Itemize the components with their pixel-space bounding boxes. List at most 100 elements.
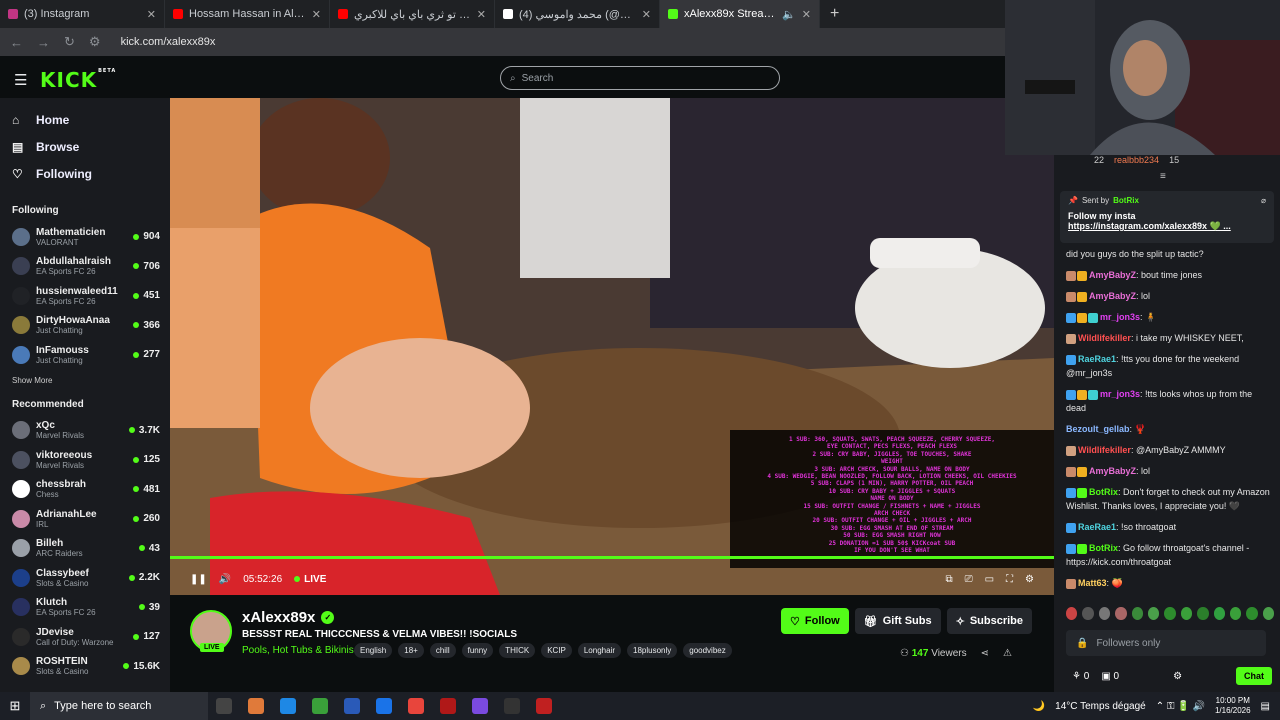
sidebar-channel[interactable]: JDevise Call of Duty: Warzone 127 — [0, 622, 170, 652]
unpin-icon[interactable]: ⌀ — [1261, 196, 1266, 205]
url-field[interactable]: kick.com/xalexx89x — [121, 36, 216, 48]
chat-username[interactable]: Bezoult_gellab — [1066, 424, 1130, 434]
speaker-icon[interactable]: 🔈 — [782, 8, 796, 21]
copilot-icon[interactable] — [248, 698, 264, 714]
sidebar-channel[interactable]: hussienwaleed11 EA Sports FC 26 451 — [0, 281, 170, 311]
sidebar-channel[interactable]: Mathematicien VALORANT 904 — [0, 222, 170, 252]
tag-chip[interactable]: funny — [461, 643, 494, 658]
close-icon[interactable]: ✕ — [477, 8, 486, 21]
close-icon[interactable]: ✕ — [147, 8, 156, 21]
stream-category[interactable]: Pools, Hot Tubs & Bikinis — [242, 645, 354, 656]
app-icon[interactable] — [536, 698, 552, 714]
task-view-icon[interactable] — [216, 698, 232, 714]
forward-icon[interactable]: → — [37, 35, 50, 50]
chat-username[interactable]: AmyBabyZ — [1089, 291, 1136, 301]
tag-chip[interactable]: 18plusonly — [627, 643, 678, 658]
clip-icon[interactable]: ⎚ — [965, 574, 973, 585]
chat-username[interactable]: RaeRae1 — [1078, 354, 1116, 364]
chat-username[interactable]: AmyBabyZ — [1089, 466, 1136, 476]
browser-tab-2[interactable]: Hossam Hassan in Algeria - You ✕ — [165, 0, 330, 28]
video-player[interactable]: 1 SUB: 360, SQUATS, SWATS, PEACH SQUEEZE… — [170, 98, 1054, 595]
close-icon[interactable]: ✕ — [642, 8, 651, 21]
close-icon[interactable]: ✕ — [802, 8, 811, 21]
search-input[interactable]: ⌕ Search — [500, 66, 780, 90]
settings-icon[interactable]: ⚙ — [1173, 671, 1182, 682]
chat-username[interactable]: Wildlifekiller — [1078, 333, 1131, 343]
menu-icon[interactable]: ☰ — [14, 71, 27, 89]
gift-subs-button[interactable]: 🎁︎ Gift Subs — [854, 608, 941, 634]
points-icon[interactable]: ⚘ 0 — [1072, 671, 1089, 682]
clock[interactable]: 10:00 PM 1/16/2026 — [1215, 696, 1251, 716]
chrome-icon[interactable] — [408, 698, 424, 714]
share-icon[interactable]: ⋖ — [981, 648, 989, 659]
4k-app-icon[interactable] — [504, 698, 520, 714]
browser-tab-4[interactable]: (4) محمد واموسي (@amoussi) / X ✕ — [495, 0, 660, 28]
notification-icon[interactable]: ▤ — [1261, 701, 1270, 712]
tag-chip[interactable]: goodvibez — [683, 643, 732, 658]
taskbar-search[interactable]: ⌕ Type here to search — [30, 692, 208, 720]
tag-chip[interactable]: chill — [429, 643, 456, 658]
chat-username[interactable]: BotRix — [1089, 543, 1118, 553]
chat-input[interactable]: 🔒 Followers only — [1066, 630, 1266, 656]
pause-icon[interactable]: ❚❚ — [190, 574, 207, 585]
nav-following[interactable]: ♡ Following — [0, 160, 170, 187]
new-tab-button[interactable]: + — [820, 5, 849, 23]
tag-chip[interactable]: English — [354, 643, 393, 658]
chat-username[interactable]: mr_jon3s — [1100, 312, 1140, 322]
subscribe-button[interactable]: ✧ Subscribe — [946, 608, 1032, 634]
explorer-icon[interactable] — [312, 698, 328, 714]
sidebar-channel[interactable]: Billeh ARC Raiders 43 — [0, 534, 170, 564]
kick-logo[interactable]: KICKBETA — [40, 68, 116, 92]
show-more-link[interactable]: Show More — [0, 376, 170, 385]
sidebar-channel[interactable]: xQc Marvel Rivals 3.7K — [0, 416, 170, 446]
report-icon[interactable]: ⚠ — [1003, 648, 1012, 659]
sidebar-channel[interactable]: Classybeef Slots & Casino 2.2K — [0, 563, 170, 593]
chat-username[interactable]: BotRix — [1089, 487, 1118, 497]
chat-username[interactable]: Matt63 — [1078, 578, 1107, 588]
gift-icon[interactable]: ▣ 0 — [1101, 671, 1119, 682]
close-icon[interactable]: ✕ — [312, 8, 321, 21]
channel-name[interactable]: xAlexx89x ✓ — [242, 609, 335, 626]
volume-icon[interactable]: 🔊 — [219, 574, 231, 585]
settings-icon[interactable]: ⚙ — [1025, 574, 1034, 585]
fullscreen-icon[interactable]: ⛶ — [1006, 574, 1013, 585]
chat-username[interactable]: AmyBabyZ — [1089, 270, 1136, 280]
nav-browse[interactable]: ▤ Browse — [0, 133, 170, 160]
sidebar-channel[interactable]: chessbrah Chess 481 — [0, 475, 170, 505]
browser-tab-3[interactable]: وان تو ثري باي باي للاكبري | YouTube ✕ — [330, 0, 495, 28]
browser-tab-5[interactable]: xAlexx89x Stream - Watch L 🔈 ✕ — [660, 0, 820, 28]
sidebar-channel[interactable]: DirtyHowaAnaa Just Chatting 366 — [0, 311, 170, 341]
sidebar-channel[interactable]: ROSHTEIN Slots & Casino 15.6K — [0, 652, 170, 682]
pip-icon[interactable]: ⧉ — [945, 574, 952, 585]
progress-bar[interactable] — [170, 556, 1054, 559]
tag-chip[interactable]: THICK — [499, 643, 536, 658]
chat-username[interactable]: mr_jon3s — [1100, 389, 1140, 399]
site-info-icon[interactable]: ⚙ — [89, 34, 101, 50]
tray-icons[interactable]: ⌃ ⚿ 🔋 🔊 — [1156, 701, 1205, 712]
sidebar-channel[interactable]: InFamouss Just Chatting 277 — [0, 340, 170, 370]
chat-send-button[interactable]: Chat — [1235, 667, 1272, 685]
tag-chip[interactable]: 18+ — [398, 643, 424, 658]
tag-chip[interactable]: Longhair — [577, 643, 621, 658]
pinned-message[interactable]: 📌 Sent by BotRix ⌀ Follow my insta https… — [1060, 191, 1274, 243]
store-icon[interactable] — [344, 698, 360, 714]
chat-collapse-icon[interactable]: ≡ — [1160, 171, 1166, 182]
windows-start-icon[interactable]: ⊞ — [0, 698, 30, 714]
reload-icon[interactable]: ↻ — [64, 34, 75, 50]
theater-icon[interactable]: ▭ — [985, 574, 994, 585]
browser-tab-1[interactable]: (3) Instagram ✕ — [0, 0, 165, 28]
edge-icon[interactable] — [280, 698, 296, 714]
app-icon[interactable] — [440, 698, 456, 714]
pinned-link[interactable]: https://instagram.com/xalexx89x 💚 ... — [1068, 221, 1266, 232]
sidebar-channel[interactable]: Abdullahalraish EA Sports FC 26 706 — [0, 252, 170, 282]
outlook-icon[interactable] — [376, 698, 392, 714]
back-icon[interactable]: ← — [10, 35, 23, 50]
follow-button[interactable]: ♡ Follow — [781, 608, 849, 634]
nav-home[interactable]: ⌂ Home — [0, 106, 170, 133]
chat-username[interactable]: RaeRae1 — [1078, 522, 1116, 532]
discord-icon[interactable] — [472, 698, 488, 714]
chat-username[interactable]: Wildlifekiller — [1078, 445, 1131, 455]
sidebar-channel[interactable]: Klutch EA Sports FC 26 39 — [0, 593, 170, 623]
sidebar-channel[interactable]: AdrianahLee IRL 260 — [0, 504, 170, 534]
tag-chip[interactable]: KCIP — [541, 643, 572, 658]
